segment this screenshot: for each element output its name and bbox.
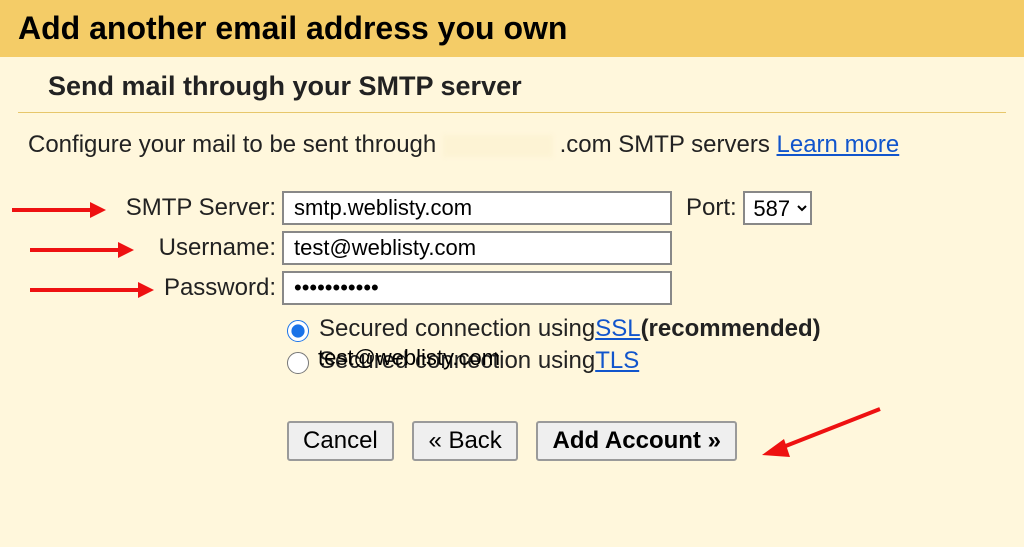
back-button[interactable]: « Back xyxy=(412,421,517,461)
dialog-subtitle: Send mail through your SMTP server xyxy=(18,57,1006,113)
smtp-server-input[interactable] xyxy=(282,191,672,225)
tls-link[interactable]: TLS xyxy=(595,347,639,375)
tls-label-pre: Secured connection using xyxy=(319,347,595,375)
smtp-server-label: SMTP Server: xyxy=(0,194,282,222)
annotation-arrow-icon xyxy=(754,405,884,465)
username-input[interactable] xyxy=(282,231,672,265)
smtp-form: SMTP Server: Port: 587 Username: Passwor… xyxy=(0,191,1024,461)
username-label: Username: xyxy=(0,234,282,262)
port-label: Port: xyxy=(686,194,737,222)
dialog-header: Add another email address you own xyxy=(0,0,1024,57)
password-input[interactable] xyxy=(282,271,672,305)
ssl-radio[interactable] xyxy=(287,320,309,342)
port-select[interactable]: 587 xyxy=(743,191,812,225)
learn-more-link[interactable]: Learn more xyxy=(777,131,900,158)
password-label: Password: xyxy=(0,274,282,302)
ssl-recommended: (recommended) xyxy=(641,315,821,343)
redacted-domain xyxy=(443,135,553,157)
ssl-link[interactable]: SSL xyxy=(595,315,640,343)
security-options: Secured connection using SSL (recommende… xyxy=(282,315,1024,375)
button-row: Cancel « Back Add Account » xyxy=(0,421,1024,461)
add-account-button[interactable]: Add Account » xyxy=(536,421,736,461)
desc-prefix: Configure your mail to be sent through xyxy=(28,131,443,158)
tls-radio[interactable] xyxy=(287,352,309,374)
ssl-label-pre: Secured connection using xyxy=(319,315,595,343)
desc-suffix: .com SMTP servers xyxy=(560,131,777,158)
config-description: Configure your mail to be sent through .… xyxy=(0,113,1024,159)
dialog-title: Add another email address you own xyxy=(18,10,1006,47)
dialog-body: Send mail through your SMTP server Confi… xyxy=(0,57,1024,547)
cancel-button[interactable]: Cancel xyxy=(287,421,394,461)
